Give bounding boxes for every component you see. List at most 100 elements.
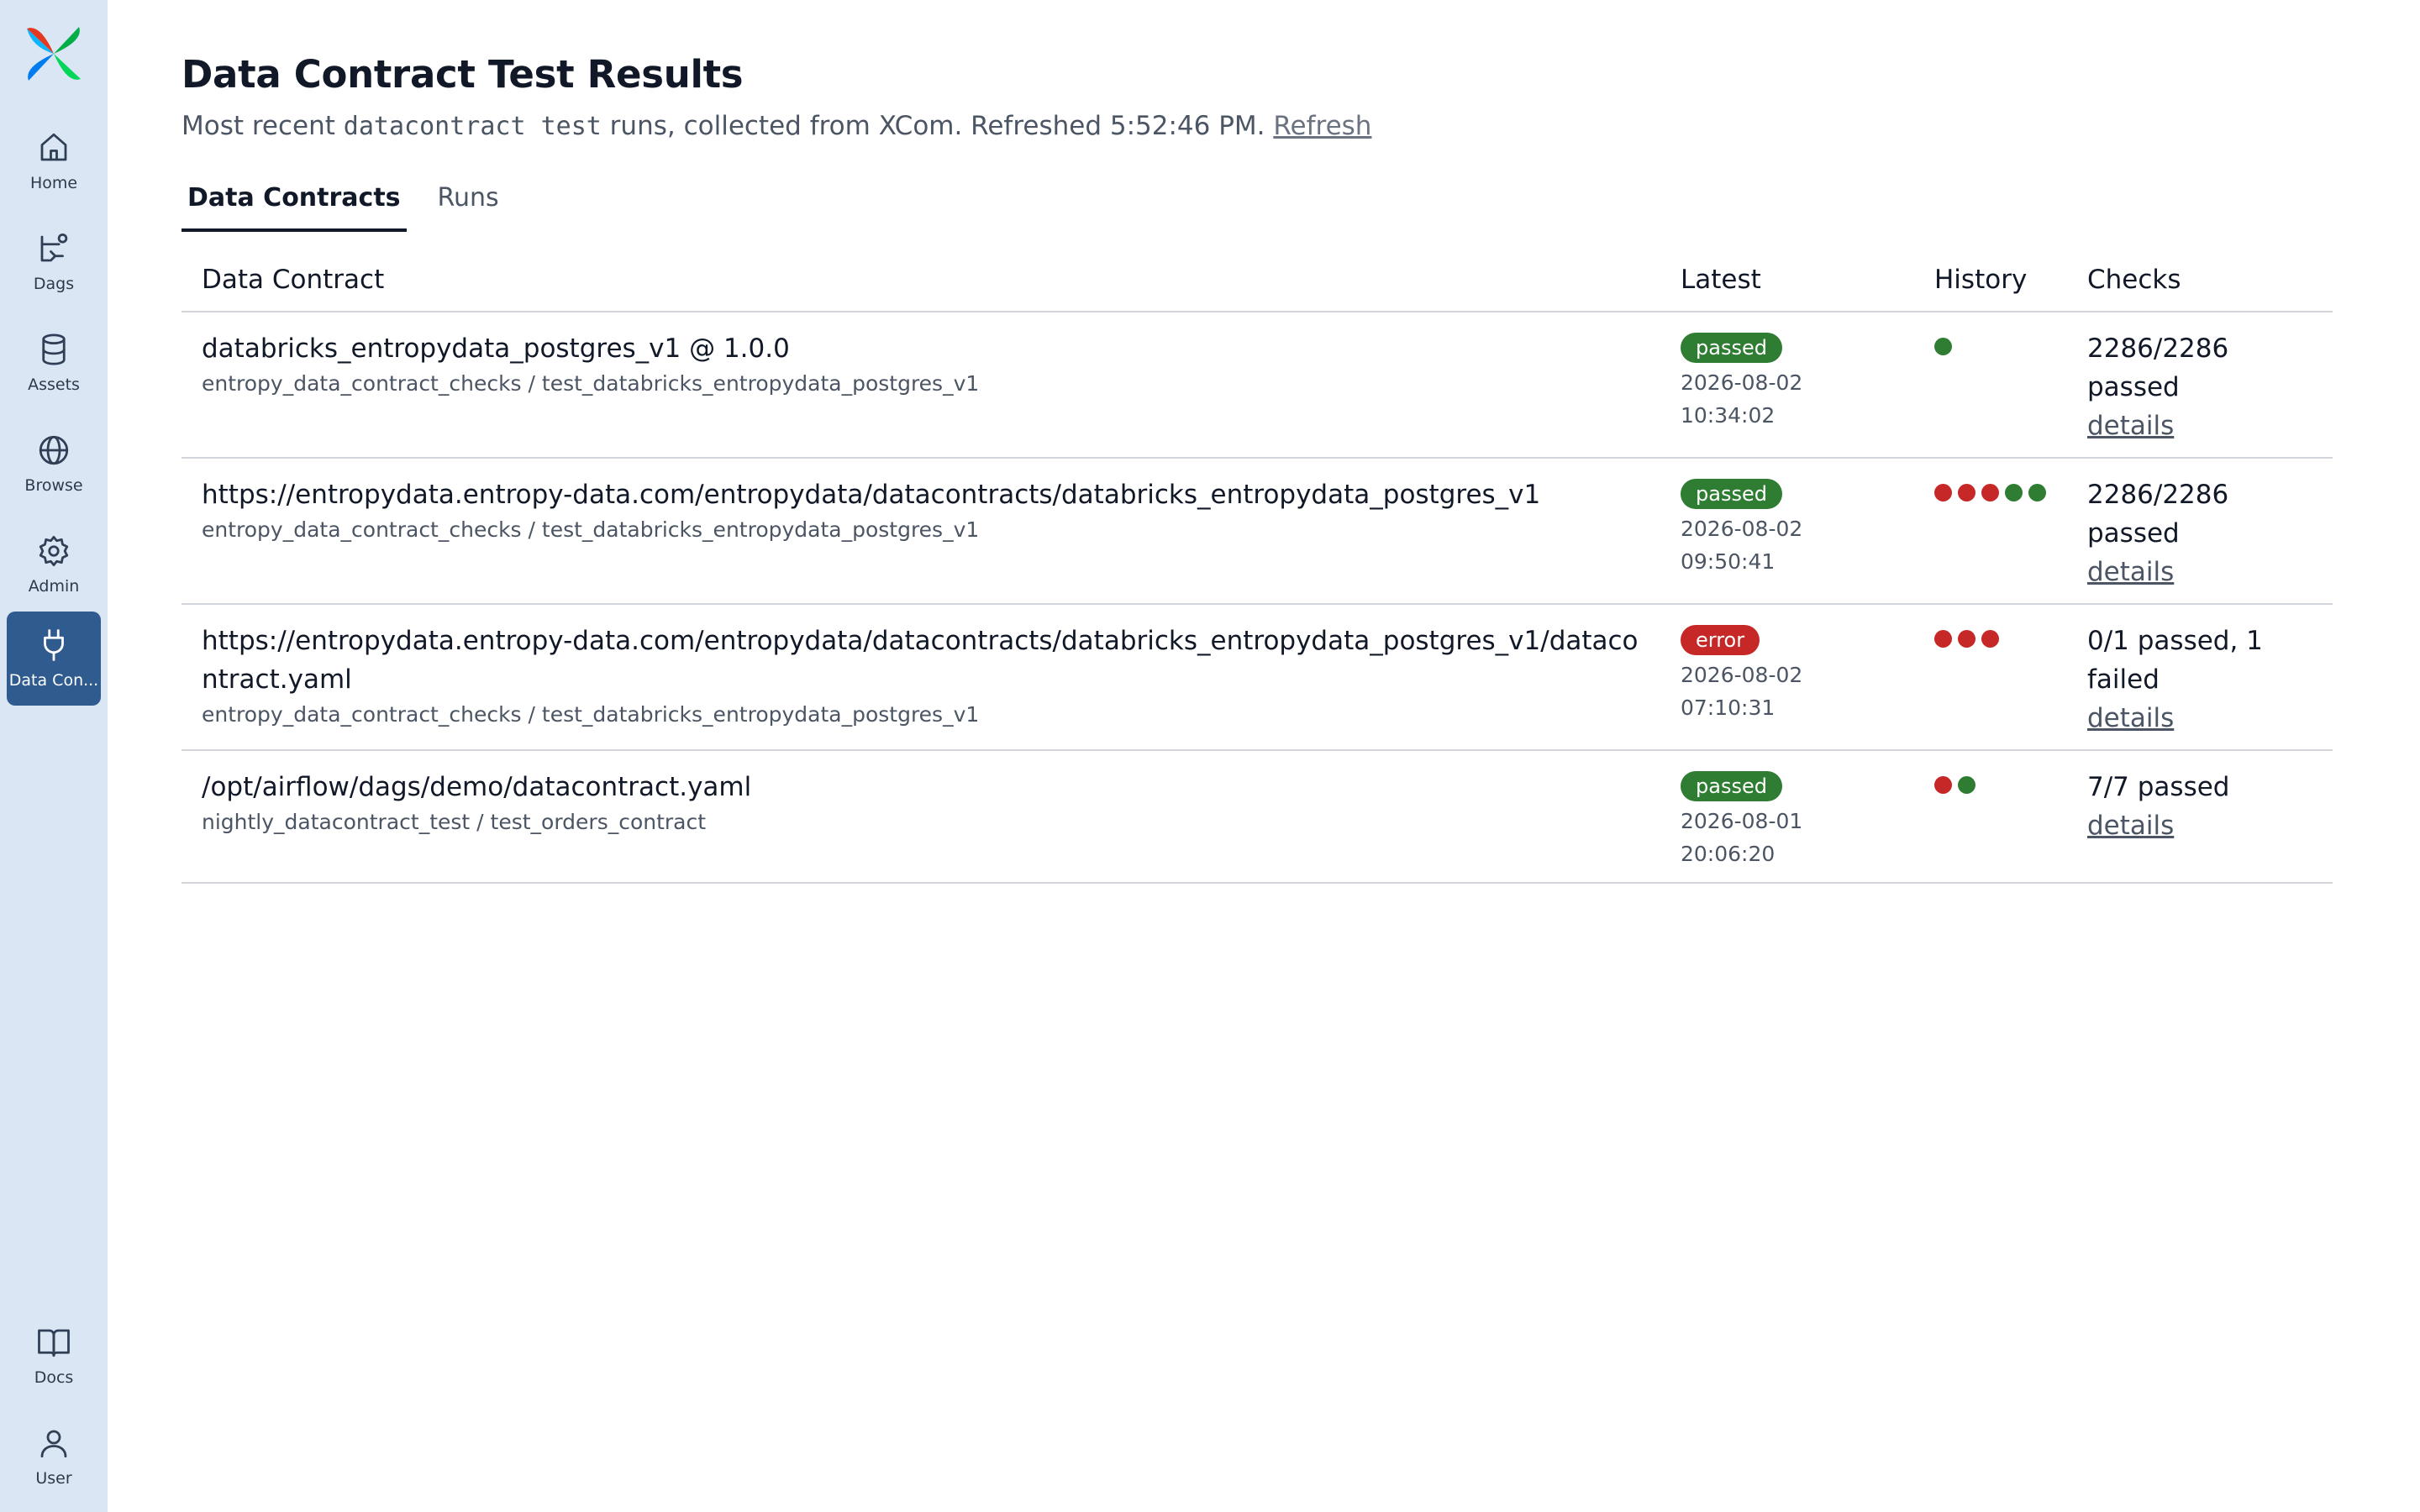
latest-cell: passed 2026-08-01 20:06:20 bbox=[1660, 750, 1914, 884]
history-dots bbox=[1934, 776, 2047, 794]
sidebar-item-label: Home bbox=[29, 174, 78, 192]
latest-timestamp: 2026-08-01 20:06:20 bbox=[1681, 809, 1803, 866]
details-link[interactable]: details bbox=[2087, 557, 2174, 587]
sidebar-item-label: Dags bbox=[33, 275, 75, 293]
sidebar-item-admin[interactable]: Admin bbox=[7, 517, 101, 612]
sidebar-item-label: User bbox=[35, 1469, 72, 1488]
history-cell bbox=[1914, 458, 2067, 605]
status-badge: error bbox=[1681, 625, 1760, 655]
history-dot-passed[interactable] bbox=[2005, 484, 2023, 501]
sidebar-item-user[interactable]: User bbox=[7, 1410, 101, 1504]
home-icon bbox=[40, 133, 67, 161]
sidebar-item-browse[interactable]: Browse bbox=[7, 417, 101, 511]
checks-summary: 2286/2286 passed bbox=[2087, 480, 2229, 549]
table-row[interactable]: /opt/airflow/dags/demo/datacontract.yaml… bbox=[182, 750, 2333, 884]
column-header-contract[interactable]: Data Contract bbox=[182, 249, 1660, 312]
table-row[interactable]: databricks_entropydata_postgres_v1 @ 1.0… bbox=[182, 312, 2333, 459]
contract-path: entropy_data_contract_checks / test_data… bbox=[202, 371, 980, 396]
sidebar-item-assets[interactable]: Assets bbox=[7, 316, 101, 410]
latest-timestamp: 2026-08-02 09:50:41 bbox=[1681, 517, 1803, 574]
airflow-logo[interactable] bbox=[24, 24, 84, 84]
checks-cell: 7/7 passed details bbox=[2067, 750, 2333, 884]
history-cell bbox=[1914, 604, 2067, 751]
table-row[interactable]: https://entropydata.entropy-data.com/ent… bbox=[182, 604, 2333, 751]
latest-cell: passed 2026-08-02 10:34:02 bbox=[1660, 312, 1914, 459]
contract-cell: databricks_entropydata_postgres_v1 @ 1.0… bbox=[182, 312, 1660, 459]
history-dots bbox=[1934, 338, 2047, 355]
gear-icon bbox=[39, 535, 69, 567]
latest-timestamp: 2026-08-02 07:10:31 bbox=[1681, 663, 1803, 720]
sidebar-item-data-contracts[interactable]: Data Con... bbox=[7, 612, 101, 706]
sidebar-item-home[interactable]: Home bbox=[7, 114, 101, 208]
contract-cell: https://entropydata.entropy-data.com/ent… bbox=[182, 458, 1660, 605]
contract-name: https://entropydata.entropy-data.com/ent… bbox=[202, 480, 1541, 510]
table-header-row: Data Contract Latest History Checks bbox=[182, 249, 2333, 312]
contract-name: https://entropydata.entropy-data.com/ent… bbox=[202, 626, 1639, 695]
page-subtitle: Most recent datacontract test runs, coll… bbox=[182, 111, 1371, 141]
checks-cell: 0/1 passed, 1 failed details bbox=[2067, 604, 2333, 751]
history-dot-error[interactable] bbox=[1981, 630, 1999, 648]
dags-icon bbox=[40, 233, 68, 262]
sidebar-item-dags[interactable]: Dags bbox=[7, 215, 101, 309]
globe-icon bbox=[39, 435, 69, 465]
history-dot-error[interactable] bbox=[1934, 776, 1952, 794]
tab-data-contracts[interactable]: Data Contracts bbox=[182, 178, 407, 232]
app-root: Home Dags Assets Browse Admin Data Con..… bbox=[0, 0, 2420, 1512]
contract-path: nightly_datacontract_test / test_orders_… bbox=[202, 810, 707, 834]
latest-cell: passed 2026-08-02 09:50:41 bbox=[1660, 458, 1914, 605]
sidebar: Home Dags Assets Browse Admin Data Con..… bbox=[0, 0, 108, 1512]
details-link[interactable]: details bbox=[2087, 411, 2174, 441]
plug-icon bbox=[44, 629, 64, 661]
contract-name: /opt/airflow/dags/demo/datacontract.yaml bbox=[202, 772, 752, 802]
user-icon bbox=[40, 1430, 67, 1458]
checks-cell: 2286/2286 passed details bbox=[2067, 458, 2333, 605]
history-dots bbox=[1934, 484, 2047, 501]
history-dot-passed[interactable] bbox=[1958, 776, 1975, 794]
history-cell bbox=[1914, 312, 2067, 459]
contract-path: entropy_data_contract_checks / test_data… bbox=[202, 517, 980, 542]
subtitle-text: runs, collected from XCom. Refreshed 5:5… bbox=[601, 111, 1274, 141]
column-header-history[interactable]: History bbox=[1914, 249, 2067, 312]
page-title: Data Contract Test Results bbox=[182, 52, 744, 97]
tab-bar: Data Contracts Runs bbox=[182, 178, 530, 232]
column-header-latest[interactable]: Latest bbox=[1660, 249, 1914, 312]
results-table: Data Contract Latest History Checks data… bbox=[182, 249, 2333, 884]
history-dot-error[interactable] bbox=[1958, 484, 1975, 501]
sidebar-item-label: Admin bbox=[28, 577, 80, 596]
contract-path: entropy_data_contract_checks / test_data… bbox=[202, 702, 980, 727]
sidebar-item-label: Data Con... bbox=[8, 671, 99, 690]
contract-cell: /opt/airflow/dags/demo/datacontract.yaml… bbox=[182, 750, 1660, 884]
contract-cell: https://entropydata.entropy-data.com/ent… bbox=[182, 604, 1660, 751]
status-badge: passed bbox=[1681, 771, 1782, 801]
tab-runs[interactable]: Runs bbox=[432, 178, 505, 228]
latest-timestamp: 2026-08-02 10:34:02 bbox=[1681, 370, 1803, 428]
history-dot-error[interactable] bbox=[1934, 484, 1952, 501]
book-icon bbox=[38, 1329, 70, 1357]
history-dot-error[interactable] bbox=[1981, 484, 1999, 501]
sidebar-item-label: Docs bbox=[34, 1368, 74, 1387]
sidebar-item-label: Assets bbox=[28, 375, 80, 394]
history-dots bbox=[1934, 630, 2047, 648]
subtitle-code: datacontract test bbox=[343, 112, 602, 141]
column-header-checks[interactable]: Checks bbox=[2067, 249, 2333, 312]
history-cell bbox=[1914, 750, 2067, 884]
status-badge: passed bbox=[1681, 479, 1782, 509]
latest-cell: error 2026-08-02 07:10:31 bbox=[1660, 604, 1914, 751]
details-link[interactable]: details bbox=[2087, 811, 2174, 841]
subtitle-text: Most recent bbox=[182, 111, 344, 141]
database-icon bbox=[42, 333, 66, 365]
history-dot-passed[interactable] bbox=[1934, 338, 1952, 355]
checks-summary: 2286/2286 passed bbox=[2087, 333, 2229, 402]
status-badge: passed bbox=[1681, 333, 1782, 363]
refresh-link[interactable]: Refresh bbox=[1273, 111, 1371, 141]
checks-summary: 7/7 passed bbox=[2087, 772, 2230, 802]
sidebar-item-docs[interactable]: Docs bbox=[7, 1309, 101, 1403]
details-link[interactable]: details bbox=[2087, 703, 2174, 733]
history-dot-error[interactable] bbox=[1958, 630, 1975, 648]
sidebar-item-label: Browse bbox=[24, 476, 83, 495]
history-dot-passed[interactable] bbox=[2028, 484, 2046, 501]
contract-name: databricks_entropydata_postgres_v1 @ 1.0… bbox=[202, 333, 790, 364]
history-dot-error[interactable] bbox=[1934, 630, 1952, 648]
checks-summary: 0/1 passed, 1 failed bbox=[2087, 626, 2263, 695]
table-row[interactable]: https://entropydata.entropy-data.com/ent… bbox=[182, 458, 2333, 605]
